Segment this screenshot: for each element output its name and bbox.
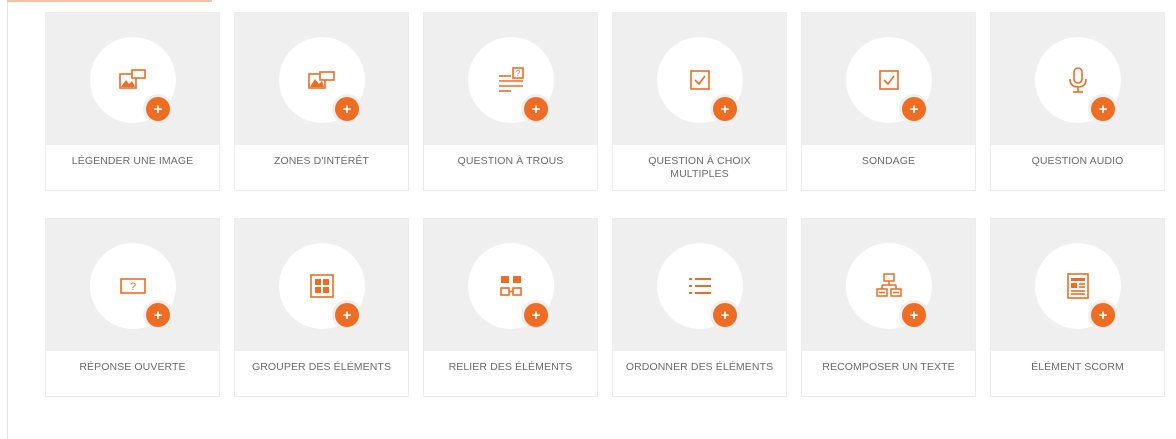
tile-label: RECOMPOSER UN TEXTE [822, 361, 955, 373]
tile-sondage[interactable]: + SONDAGE [801, 12, 976, 191]
add-icon[interactable]: + [524, 97, 548, 121]
tile-label: RÉPONSE OUVERTE [79, 361, 186, 373]
panel-border [7, 0, 8, 439]
add-icon[interactable]: + [146, 97, 170, 121]
tile-question-audio[interactable]: + QUESTION AUDIO [990, 12, 1165, 191]
add-icon[interactable]: + [1091, 97, 1115, 121]
tile-label: GROUPER DES ÉLÉMENTS [251, 361, 392, 373]
tile-zones-d-interet[interactable]: + ZONES D'INTÉRÊT [234, 12, 409, 191]
tile-label: QUESTION AUDIO [1031, 155, 1124, 167]
tile-reponse-ouverte[interactable]: ? + RÉPONSE OUVERTE [45, 218, 220, 397]
add-icon[interactable]: + [146, 303, 170, 327]
add-icon[interactable]: + [524, 303, 548, 327]
tile-label: ZONES D'INTÉRÊT [273, 155, 370, 167]
tile-recomposer-un-texte[interactable]: + RECOMPOSER UN TEXTE [801, 218, 976, 397]
svg-text:?: ? [130, 281, 136, 293]
tile-label: SONDAGE [861, 155, 916, 167]
tile-question-a-trous[interactable]: ? + QUESTION À TROUS [423, 12, 598, 191]
tile-ordonner-des-elements[interactable]: + ORDONNER DES ÉLÉMENTS [612, 218, 787, 397]
tile-label: ÉLÉMENT SCORM [1031, 361, 1124, 373]
add-icon[interactable]: + [713, 97, 737, 121]
tile-element-scorm[interactable]: + ÉLÉMENT SCORM [990, 218, 1165, 397]
add-icon[interactable]: + [902, 97, 926, 121]
add-icon[interactable]: + [335, 97, 359, 121]
tile-grouper-des-elements[interactable]: + GROUPER DES ÉLÉMENTS [234, 218, 409, 397]
add-icon[interactable]: + [713, 303, 737, 327]
tile-label: LÉGENDER UNE IMAGE [71, 155, 194, 167]
svg-text:?: ? [516, 69, 521, 78]
active-tab-accent [7, 0, 212, 2]
add-icon[interactable]: + [335, 303, 359, 327]
tile-question-choix-multiples[interactable]: + QUESTION À CHOIX MULTIPLES [612, 12, 787, 191]
tile-label: ORDONNER DES ÉLÉMENTS [625, 361, 774, 373]
tile-relier-des-elements[interactable]: + RELIER DES ÉLÉMENTS [423, 218, 598, 397]
question-type-grid: + LÉGENDER UNE IMAGE + ZONES D'INTÉRÊT ? [45, 12, 1165, 397]
tile-label: QUESTION À TROUS [457, 155, 564, 167]
add-icon[interactable]: + [1091, 303, 1115, 327]
tile-label: QUESTION À CHOIX MULTIPLES [648, 155, 751, 180]
tile-label: RELIER DES ÉLÉMENTS [448, 361, 573, 373]
add-icon[interactable]: + [902, 303, 926, 327]
tile-legender-une-image[interactable]: + LÉGENDER UNE IMAGE [45, 12, 220, 191]
